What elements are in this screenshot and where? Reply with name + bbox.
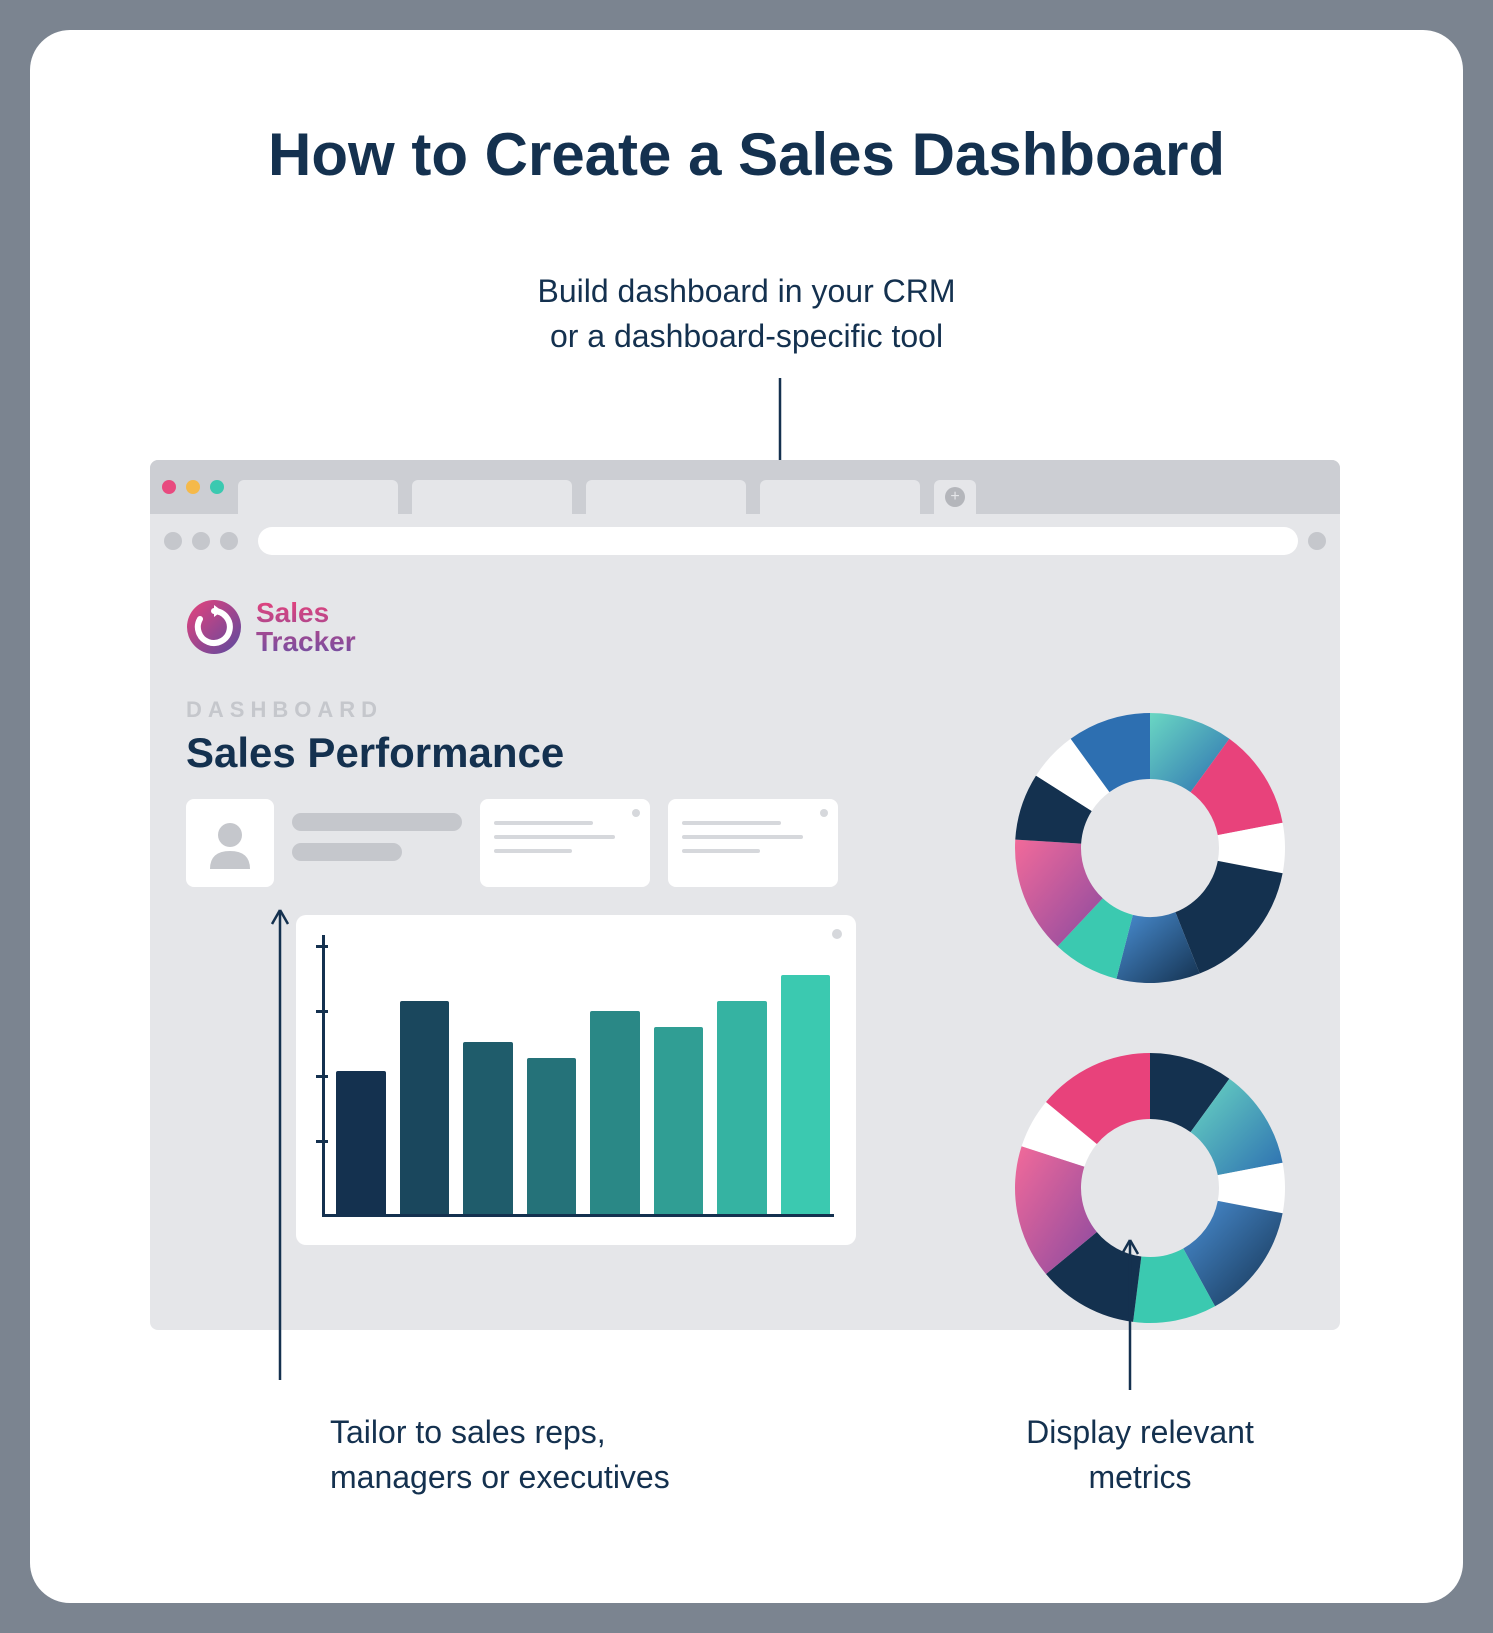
- chart-bar: [590, 1011, 640, 1214]
- app-brand: Sales Tracker: [186, 598, 1304, 657]
- address-bar[interactable]: [258, 527, 1298, 555]
- browser-tab[interactable]: [586, 480, 746, 514]
- window-close-dot: [162, 480, 176, 494]
- card-menu-icon: [820, 809, 828, 817]
- brand-name: Sales Tracker: [256, 598, 356, 657]
- chart-bar: [336, 1071, 386, 1214]
- placeholder-lines: [292, 799, 462, 861]
- browser-tab[interactable]: [238, 480, 398, 514]
- pointer-line-bottom-right: [1100, 1240, 1160, 1400]
- placeholder-line: [292, 843, 402, 861]
- callout-bottom-left: Tailor to sales reps, managers or execut…: [330, 1410, 670, 1500]
- chart-bar: [717, 1001, 767, 1214]
- pointer-line-bottom-left: [250, 910, 330, 1400]
- plus-icon: +: [945, 487, 965, 507]
- callout-bottom-right: Display relevant metrics: [1010, 1410, 1270, 1500]
- chart-bar: [400, 1001, 450, 1214]
- browser-tab[interactable]: [760, 480, 920, 514]
- window-max-dot: [210, 480, 224, 494]
- browser-tabbar: +: [150, 460, 1340, 514]
- browser-tab[interactable]: [412, 480, 572, 514]
- stat-card[interactable]: [668, 799, 838, 887]
- infographic-card: How to Create a Sales Dashboard Build da…: [30, 30, 1463, 1603]
- chart-bars: [336, 954, 830, 1214]
- chart-bar: [654, 1027, 704, 1214]
- chart-bar: [527, 1058, 577, 1214]
- chart-bar: [781, 975, 831, 1214]
- bar-chart-card[interactable]: [296, 915, 856, 1245]
- placeholder-line: [292, 813, 462, 831]
- donut-chart-1[interactable]: [1000, 698, 1300, 998]
- nav-forward-icon[interactable]: [192, 532, 210, 550]
- window-min-dot: [186, 480, 200, 494]
- avatar-card[interactable]: [186, 799, 274, 887]
- new-tab-button[interactable]: +: [934, 480, 976, 514]
- chart-bar: [463, 1042, 513, 1214]
- browser-toolbar: [150, 514, 1340, 568]
- nav-back-icon[interactable]: [164, 532, 182, 550]
- browser-menu-icon[interactable]: [1308, 532, 1326, 550]
- card-menu-icon: [832, 929, 842, 939]
- avatar-icon: [202, 815, 258, 871]
- brand-logo-icon: [186, 599, 242, 655]
- chart-x-axis: [322, 1214, 834, 1217]
- callout-top: Build dashboard in your CRM or a dashboa…: [120, 269, 1373, 359]
- nav-refresh-icon[interactable]: [220, 532, 238, 550]
- card-menu-icon: [632, 809, 640, 817]
- page-title: How to Create a Sales Dashboard: [120, 120, 1373, 189]
- stat-card[interactable]: [480, 799, 650, 887]
